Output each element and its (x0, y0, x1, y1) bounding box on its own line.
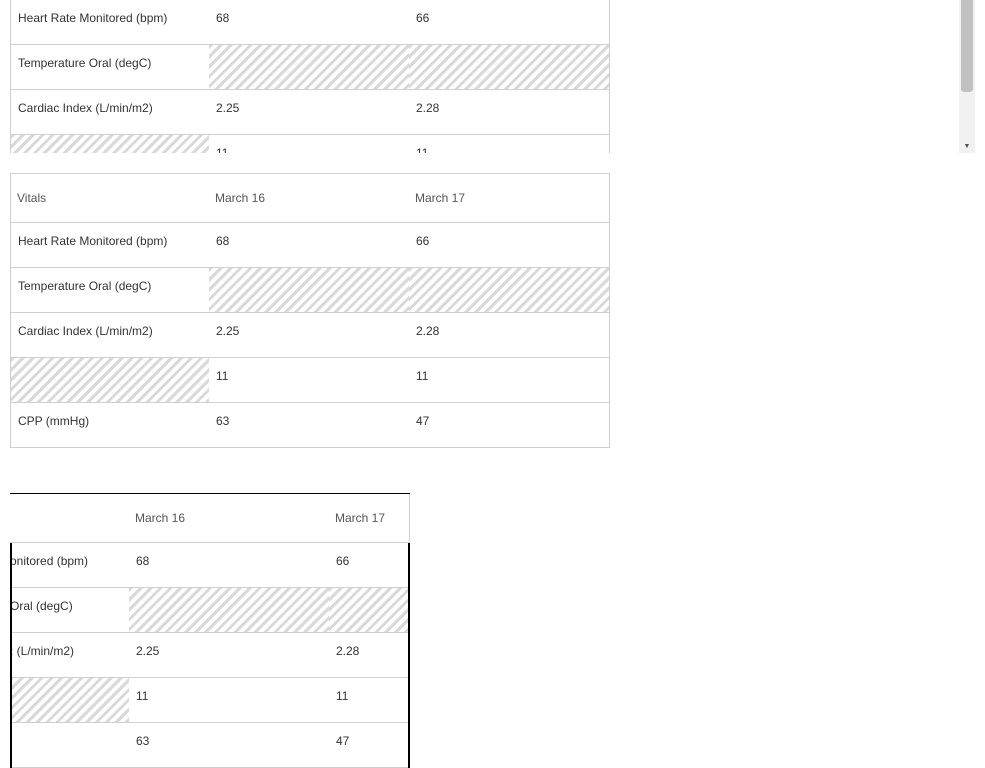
header-march-17: March 17 (329, 493, 410, 543)
row-value-march17: 66 (329, 543, 410, 588)
header-vitals: Vitals (10, 173, 210, 223)
row-value-march16: 2.25 (129, 633, 330, 678)
empty-cell (129, 588, 330, 633)
row-label: : (L/min/m2) (10, 633, 130, 678)
row-value-march16: 11 (209, 358, 410, 403)
frame-left-border (10, 543, 12, 768)
row-value-march16: 68 (129, 543, 330, 588)
row-value-march16: 63 (129, 723, 330, 768)
row-value-march17: 2.28 (409, 90, 610, 135)
row-value-march17: 11 (409, 358, 610, 403)
vertical-scrollbar[interactable]: ▼ (959, 0, 975, 153)
empty-cell (329, 588, 410, 633)
row-label: onitored (bpm) (10, 543, 130, 588)
row-label: Heart Rate Monitored (bpm) (10, 223, 210, 268)
row-value-march16: 68 (209, 0, 410, 45)
row-label: Cardiac Index (L/min/m2) (10, 90, 210, 135)
empty-cell (10, 678, 130, 723)
clipped-table-view[interactable]: March 16 March 17 onitored (bpm) 68 66 O… (10, 493, 410, 768)
row-label (10, 723, 130, 768)
empty-cell (409, 45, 610, 90)
row-value-march17: 2.28 (329, 633, 410, 678)
row-label: Oral (degC) (10, 588, 130, 633)
frame-top-border (10, 493, 410, 494)
row-value-march17: 47 (329, 723, 410, 768)
header-march-16: March 16 (209, 173, 410, 223)
scrollbar-thumb[interactable] (961, 0, 973, 92)
row-value-march16: 11 (129, 678, 330, 723)
row-value-march17: 47 (409, 403, 610, 448)
frame-right-border (408, 543, 410, 768)
row-label: Cardiac Index (L/min/m2) (10, 313, 210, 358)
row-value-march16: 63 (209, 403, 410, 448)
header-march-16: March 16 (129, 493, 330, 543)
row-value-march17: 66 (409, 0, 610, 45)
row-label: Temperature Oral (degC) (10, 45, 210, 90)
row-value-march17: 11 (409, 135, 610, 153)
row-value-march16: 2.25 (209, 90, 410, 135)
empty-cell (409, 268, 610, 313)
row-label: Temperature Oral (degC) (10, 268, 210, 313)
empty-cell (209, 268, 410, 313)
header-march-17: March 17 (409, 173, 610, 223)
row-value-march17: 2.28 (409, 313, 610, 358)
row-value-march16: 2.25 (209, 313, 410, 358)
scrolled-table-view[interactable]: Heart Rate Monitored (bpm) 68 66 Tempera… (10, 0, 610, 153)
vitals-table: Vitals March 16 March 17 Heart Rate Moni… (10, 173, 610, 448)
row-value-march16: 68 (209, 223, 410, 268)
row-value-march16: 11 (209, 135, 410, 153)
row-label: CPP (mmHg) (10, 403, 210, 448)
row-value-march17: 66 (409, 223, 610, 268)
row-value-march17: 11 (329, 678, 410, 723)
row-label: Heart Rate Monitored (bpm) (10, 0, 210, 45)
empty-cell (10, 358, 210, 403)
empty-cell (209, 45, 410, 90)
scroll-down-icon[interactable]: ▼ (959, 139, 975, 153)
header-vitals (10, 493, 130, 543)
empty-cell (10, 135, 210, 153)
